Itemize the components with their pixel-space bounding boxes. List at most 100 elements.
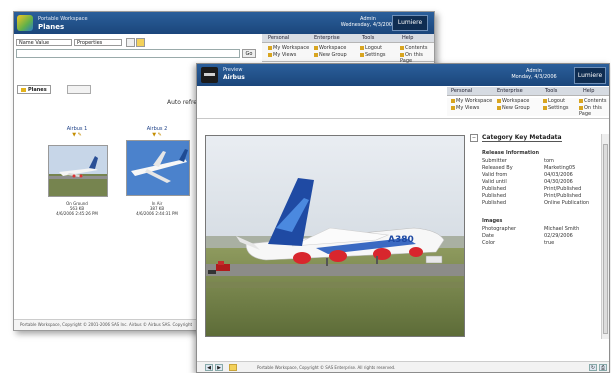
front-separator: [197, 118, 609, 119]
image-value: true: [544, 240, 555, 246]
back-sub-my-views[interactable]: My Views: [268, 52, 296, 58]
front-footer-text: Portable Workspace, Copyright © SAS Ente…: [257, 365, 396, 370]
release-value: Online Publication: [544, 200, 590, 206]
refresh-icon[interactable]: [126, 38, 135, 47]
thumbnail-meta-1: On Ground 563 KB 4/6/2006 2:45:26 PM: [42, 201, 112, 216]
folder-icon: [21, 87, 26, 92]
back-menu-help[interactable]: Help: [402, 35, 413, 41]
views-icon: [268, 52, 272, 57]
release-value: 04/03/2006: [544, 172, 573, 178]
front-sub-on-this-page[interactable]: On this Page: [579, 105, 609, 117]
back-title-bar: Portable Workspace Planes Admin Wednesda…: [14, 12, 434, 34]
release-heading: Release Information: [482, 150, 540, 156]
back-sub-logout[interactable]: Logout: [360, 45, 382, 51]
back-sub-settings[interactable]: Settings: [360, 52, 386, 58]
group-icon: [314, 52, 318, 57]
release-label: Published: [482, 200, 507, 206]
image-label: Date: [482, 233, 494, 239]
tab-planes[interactable]: Planes: [17, 85, 51, 94]
panel-title: Category Key Metadata: [482, 134, 562, 142]
views-icon: [451, 105, 455, 110]
prev-page-icon[interactable]: ◀: [205, 364, 213, 371]
panel-scrollbar-thumb[interactable]: [603, 144, 608, 334]
release-value: tom: [544, 158, 554, 164]
workspace-icon: [314, 45, 318, 50]
workspace-icon: [268, 45, 272, 50]
release-label: Valid from: [482, 172, 508, 178]
back-menu-enterprise[interactable]: Enterprise: [314, 35, 340, 41]
thumbnail-date-1: 4/6/2006 2:45:26 PM: [56, 211, 98, 216]
back-brand-logo: Lumiere: [392, 15, 428, 31]
front-app-title: Preview: [223, 67, 243, 73]
thumbnail-date-2: 4/6/2006 2:44:31 PM: [136, 211, 178, 216]
image-label: Color: [482, 240, 496, 246]
address-input[interactable]: [16, 49, 240, 58]
back-menu-bar: Personal Enterprise Tools Help: [262, 34, 434, 43]
release-label: Published: [482, 186, 507, 192]
back-sub-my-workspace[interactable]: My Workspace: [268, 45, 309, 51]
front-user-info: Admin Monday, 4/3/2006: [502, 68, 566, 80]
front-menu-bar: Personal Enterprise Tools Help: [447, 87, 609, 96]
page-icon: [579, 105, 583, 110]
plane-in-air-image: [127, 141, 189, 195]
back-sub-workspace[interactable]: Workspace: [314, 45, 346, 51]
release-label: Submitter: [482, 158, 507, 164]
front-menu-help[interactable]: Help: [583, 88, 594, 94]
front-sub-logout[interactable]: Logout: [543, 98, 565, 104]
folder-icon[interactable]: [136, 38, 145, 47]
contents-icon: [400, 45, 404, 50]
settings-icon: [543, 105, 547, 110]
release-value: Print/Published: [544, 193, 582, 199]
back-app-title: Portable Workspace: [38, 16, 88, 22]
images-heading: Images: [482, 218, 503, 224]
folder-icon[interactable]: [229, 364, 237, 371]
back-date: Wednesday, 4/3/2006: [340, 22, 396, 28]
thumbnail-actions-1[interactable]: ▼ ✎: [42, 132, 112, 138]
front-sub-my-workspace[interactable]: My Workspace: [451, 98, 492, 104]
front-sub-settings[interactable]: Settings: [543, 105, 569, 111]
airbus-photo[interactable]: A380: [205, 135, 465, 337]
release-value: Marketing05: [544, 165, 576, 171]
front-footer: ◀ ▶ Portable Workspace, Copyright © SAS …: [197, 361, 609, 372]
front-sub-new-group[interactable]: New Group: [497, 105, 530, 111]
back-sub-new-group[interactable]: New Group: [314, 52, 347, 58]
page-icon: [400, 52, 404, 57]
back-menu-personal[interactable]: Personal: [268, 35, 289, 41]
tab-toolbar[interactable]: [67, 85, 91, 94]
front-menu-tools[interactable]: Tools: [545, 88, 557, 94]
print-icon[interactable]: ⎙: [599, 364, 607, 371]
back-section-title: Planes: [38, 23, 65, 31]
plane-on-ground-image: [49, 146, 107, 196]
front-sub-workspace[interactable]: Workspace: [497, 98, 529, 104]
next-page-icon[interactable]: ▶: [215, 364, 223, 371]
front-sub-my-views[interactable]: My Views: [451, 105, 479, 111]
group-icon: [497, 105, 501, 110]
image-label: Photographer: [482, 226, 517, 232]
release-label: Released By: [482, 165, 513, 171]
thumbnail-actions-2[interactable]: ▼ ✎: [122, 132, 192, 138]
refresh-icon[interactable]: ↻: [589, 364, 597, 371]
logout-icon: [360, 45, 364, 50]
go-button[interactable]: Go: [242, 49, 256, 58]
back-sub-contents[interactable]: Contents: [400, 45, 428, 51]
preview-logo-icon: [201, 67, 218, 83]
front-date: Monday, 4/3/2006: [511, 74, 557, 80]
front-brand-logo: Lumiere: [574, 67, 606, 84]
collapse-toggle-icon[interactable]: −: [470, 134, 478, 142]
contents-icon: [579, 98, 583, 103]
front-sub-contents[interactable]: Contents: [579, 98, 607, 104]
release-value: 04/30/2006: [544, 179, 573, 185]
settings-icon: [360, 52, 364, 57]
name-value-select[interactable]: Name Value: [16, 39, 72, 46]
release-value: Print/Published: [544, 186, 582, 192]
thumbnail-image-on-ground[interactable]: [48, 145, 108, 197]
image-value: 02/29/2006: [544, 233, 573, 239]
front-section-title: Airbus: [223, 74, 245, 81]
thumbnail-image-in-air[interactable]: [126, 140, 190, 196]
front-menu-enterprise[interactable]: Enterprise: [497, 88, 523, 94]
back-menu-tools[interactable]: Tools: [362, 35, 374, 41]
properties-select[interactable]: Properties: [74, 39, 122, 46]
front-menu-personal[interactable]: Personal: [451, 88, 472, 94]
image-value: Michael Smith: [544, 226, 580, 232]
front-title-bar: Preview Airbus Admin Monday, 4/3/2006 Lu…: [197, 64, 609, 86]
